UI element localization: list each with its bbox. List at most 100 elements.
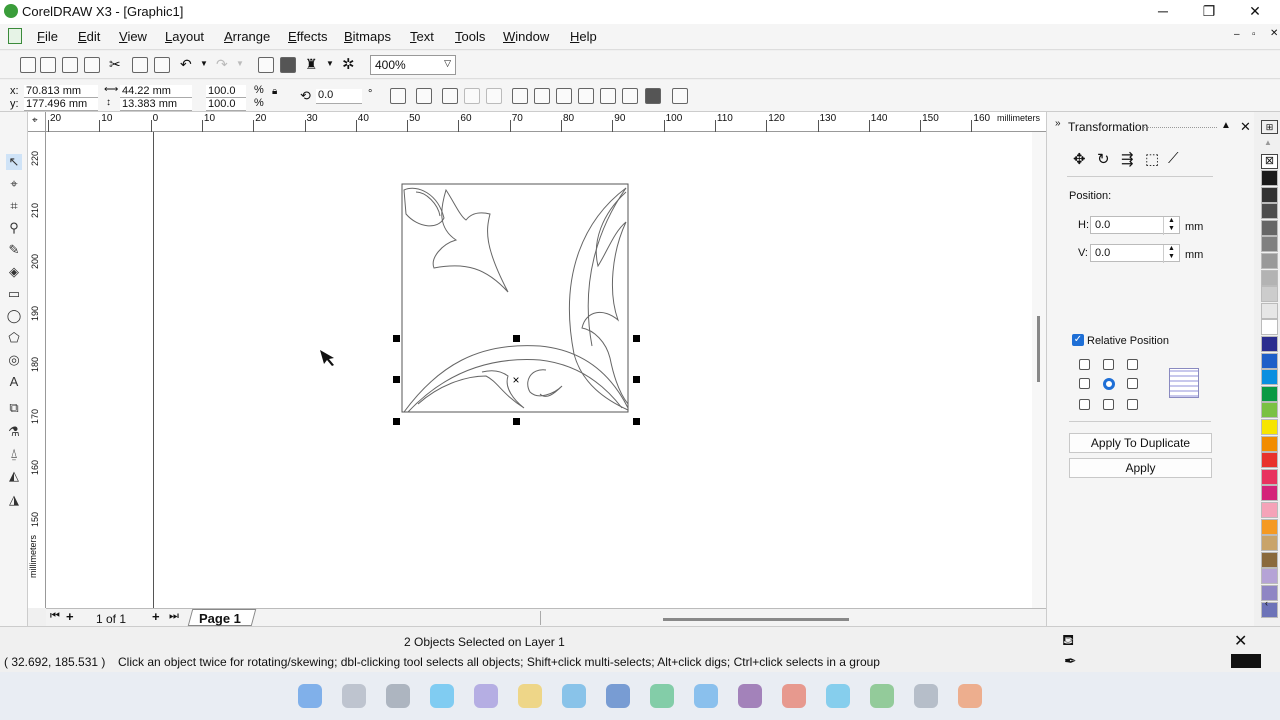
- menu-view[interactable]: View: [119, 29, 147, 44]
- color-swatch[interactable]: [1261, 253, 1278, 269]
- pick-tool-icon[interactable]: ↖: [6, 154, 22, 170]
- first-page-icon[interactable]: ⏮: [50, 610, 60, 623]
- horizontal-scroll-thumb[interactable]: [663, 618, 849, 621]
- color-swatch[interactable]: [1261, 236, 1278, 253]
- v-spinner-icon[interactable]: ▲ ▼: [1163, 245, 1179, 263]
- corel-online-icon[interactable]: ✲: [342, 55, 355, 73]
- color-swatch[interactable]: [1261, 419, 1278, 435]
- y-position-field[interactable]: 177.496 mm: [24, 98, 98, 111]
- docker-collapse-icon[interactable]: ▲: [1221, 120, 1231, 131]
- outline-tool-icon[interactable]: ⍙: [6, 446, 22, 462]
- color-swatch[interactable]: [1261, 186, 1278, 203]
- v-input[interactable]: 0.0 ▲ ▼: [1090, 244, 1180, 263]
- selection-handle-mr[interactable]: [633, 335, 640, 342]
- color-swatch[interactable]: [1261, 468, 1278, 485]
- trim-icon[interactable]: [534, 88, 550, 104]
- taskbar-app-icon[interactable]: [474, 684, 498, 708]
- rectangle-tool-icon[interactable]: ▭: [6, 286, 22, 302]
- position-mode-icon[interactable]: ✥: [1073, 150, 1086, 168]
- anchor-bottom-center[interactable]: [1103, 399, 1114, 410]
- rotation-field[interactable]: 0.0: [316, 89, 362, 104]
- docker-expand-icon[interactable]: »: [1055, 118, 1061, 129]
- horizontal-ruler[interactable]: 20 10 0 10 20 30 40 50 60 70 80 90 100 110 120 130 140 15…: [46, 112, 1046, 132]
- taskbar-app-icon[interactable]: [430, 684, 454, 708]
- taskbar-app-icon[interactable]: [606, 684, 630, 708]
- anchor-center-radio[interactable]: [1103, 378, 1115, 390]
- taskbar-app-icon[interactable]: [738, 684, 762, 708]
- menu-effects[interactable]: Effects: [288, 29, 328, 44]
- selection-handle-br[interactable]: [633, 418, 640, 425]
- palette-scroll-up-icon[interactable]: ▲: [1264, 138, 1272, 147]
- fill-tool-icon[interactable]: ◭: [6, 468, 22, 484]
- color-swatch[interactable]: [1261, 402, 1278, 419]
- color-swatch[interactable]: [1261, 585, 1278, 601]
- last-page-icon[interactable]: ⏭: [169, 610, 179, 623]
- lock-ratio-icon[interactable]: 🔒︎: [272, 86, 277, 97]
- intersect-icon[interactable]: [556, 88, 572, 104]
- text-tool-icon[interactable]: A: [6, 374, 22, 390]
- taskbar-app-icon[interactable]: [826, 684, 850, 708]
- drawing-canvas[interactable]: ×: [46, 132, 1032, 608]
- width-field[interactable]: 44.22 mm: [120, 85, 192, 98]
- h-input[interactable]: 0.0 ▲ ▼: [1090, 216, 1180, 235]
- save-icon[interactable]: [62, 57, 78, 73]
- taskbar-app-icon[interactable]: [562, 684, 586, 708]
- taskbar-app-icon[interactable]: [342, 684, 366, 708]
- color-swatch[interactable]: [1261, 568, 1278, 585]
- menu-layout[interactable]: Layout: [165, 29, 204, 44]
- color-swatch[interactable]: [1261, 286, 1278, 303]
- zoom-select[interactable]: 400% ▽: [370, 55, 456, 75]
- color-swatch[interactable]: [1261, 435, 1278, 452]
- anchor-top-left[interactable]: [1079, 359, 1090, 370]
- undo-icon[interactable]: ↶: [180, 56, 192, 73]
- horizontal-scrollbar[interactable]: [540, 611, 1036, 625]
- taskbar-app-icon[interactable]: [650, 684, 674, 708]
- taskbar-app-icon[interactable]: [782, 684, 806, 708]
- anchor-top-center[interactable]: [1103, 359, 1114, 370]
- color-swatch[interactable]: [1261, 551, 1278, 568]
- launcher-dropdown-icon[interactable]: ▼: [326, 59, 334, 68]
- eyedropper-tool-icon[interactable]: ⚗: [6, 424, 22, 440]
- menu-file[interactable]: File: [37, 29, 58, 44]
- h-spinner-icon[interactable]: ▲ ▼: [1163, 217, 1179, 235]
- new-icon[interactable]: [20, 57, 36, 73]
- scale-mode-icon[interactable]: ⇶: [1121, 150, 1134, 168]
- zoom-tool-icon[interactable]: ⚲: [6, 220, 22, 236]
- docker-close-icon[interactable]: ✕: [1240, 119, 1251, 135]
- anchor-middle-right[interactable]: [1127, 378, 1138, 389]
- selection-handle-tc[interactable]: [513, 335, 520, 342]
- crop-tool-icon[interactable]: ⌗: [6, 198, 22, 214]
- height-field[interactable]: 13.383 mm: [120, 98, 192, 111]
- taskbar-app-icon[interactable]: [298, 684, 322, 708]
- taskbar-app-icon[interactable]: [386, 684, 410, 708]
- group-icon[interactable]: [416, 88, 432, 104]
- selection-handle-bl[interactable]: [393, 418, 400, 425]
- application-launcher-icon[interactable]: ♜: [305, 56, 318, 73]
- menu-edit[interactable]: Edit: [78, 29, 100, 44]
- selection-handle-bc[interactable]: [513, 418, 520, 425]
- color-swatch[interactable]: [1261, 219, 1278, 236]
- copy-icon[interactable]: [132, 57, 148, 73]
- fill-indicator-icon[interactable]: ⛾: [1062, 632, 1074, 651]
- color-swatch[interactable]: [1261, 319, 1278, 336]
- back-minus-front-icon[interactable]: [622, 88, 638, 104]
- anchor-top-right[interactable]: [1127, 359, 1138, 370]
- doc-close-icon[interactable]: ✕: [1270, 28, 1278, 39]
- minimize-button[interactable]: ─: [1140, 0, 1186, 24]
- no-fill-icon[interactable]: ✕: [1234, 631, 1247, 651]
- color-swatch[interactable]: [1261, 170, 1278, 186]
- export-icon[interactable]: [280, 57, 296, 73]
- page-tab-label[interactable]: Page 1: [199, 611, 241, 626]
- scale-y-field[interactable]: 100.0: [206, 98, 246, 111]
- vertical-scrollbar[interactable]: [1032, 132, 1046, 626]
- redo-dropdown-icon[interactable]: ▼: [236, 59, 244, 68]
- interactive-fill-tool-icon[interactable]: ◮: [6, 492, 22, 508]
- selection-handle-mr2[interactable]: [633, 376, 640, 383]
- basic-shapes-tool-icon[interactable]: ◎: [6, 352, 22, 368]
- open-icon[interactable]: [40, 57, 56, 73]
- anchor-bottom-right[interactable]: [1127, 399, 1138, 410]
- outline-color-swatch[interactable]: [1231, 654, 1261, 668]
- color-swatch[interactable]: [1261, 302, 1278, 319]
- doc-minimize-icon[interactable]: –: [1234, 29, 1240, 40]
- ungroup-all-icon[interactable]: [464, 88, 480, 104]
